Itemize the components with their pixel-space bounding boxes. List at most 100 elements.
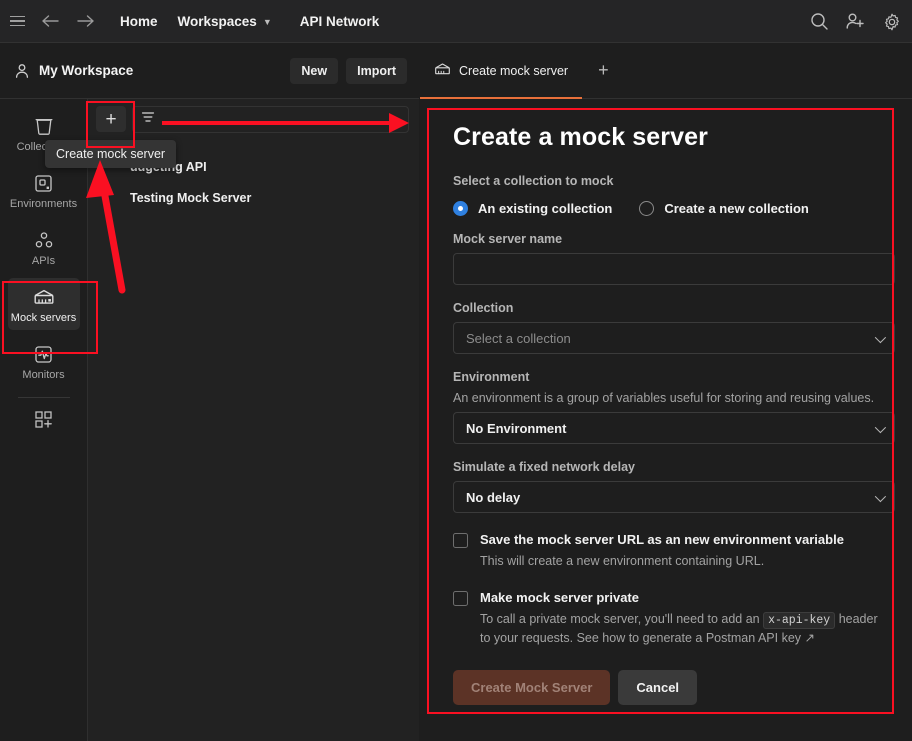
sidebar-label-monitors: Monitors (22, 369, 65, 382)
collection-label: Collection (453, 301, 514, 315)
tab-bar: Create mock server + (420, 43, 912, 99)
apis-icon (10, 229, 78, 251)
create-mock-server-form: Create a mock server Select a collection… (420, 99, 912, 705)
tab-create-mock-server[interactable]: Create mock server (420, 43, 583, 99)
private-desc-part1: To call a private mock server, you'll ne… (480, 611, 764, 626)
chevron-down-icon (874, 490, 887, 503)
mock-servers-list-panel: + udgeting API Testing Mock Server (88, 99, 419, 741)
sidebar-label-apis: APIs (31, 255, 56, 268)
chevron-down-icon (874, 331, 887, 344)
nav-api-network-label: API Network (299, 13, 380, 29)
list-toolbar: + (88, 99, 419, 139)
workspace-actions: New Import (290, 57, 407, 84)
search-button[interactable] (810, 12, 829, 31)
person-icon (14, 63, 30, 79)
network-delay-select[interactable]: No delay (453, 481, 895, 513)
nav-workspaces[interactable]: Workspaces ▼ (168, 0, 282, 43)
mock-server-name-input[interactable] (453, 253, 895, 285)
radio-existing-collection[interactable]: An existing collection (453, 201, 612, 216)
main-content-pane: Create mock server + Create a mock serve… (420, 43, 912, 741)
new-button[interactable]: New (290, 57, 339, 84)
environment-field: Environment An environment is a group of… (453, 370, 895, 444)
environment-select[interactable]: No Environment (453, 412, 895, 444)
environment-help-text: An environment is a group of variables u… (453, 391, 875, 405)
save-url-checkbox-row: Save the mock server URL as an new envir… (453, 531, 880, 571)
nav-workspaces-label: Workspaces (177, 13, 257, 29)
list-search-bar[interactable] (132, 105, 409, 133)
top-bar-actions (810, 0, 902, 43)
workspace-bar: My Workspace New Import (0, 43, 419, 99)
make-private-label: Make mock server private (480, 589, 639, 605)
chevron-down-icon: ▼ (262, 17, 272, 27)
api-key-header-code: x-api-key (763, 611, 836, 629)
network-delay-field: Simulate a fixed network delay No delay (453, 460, 895, 513)
mock-server-icon (10, 286, 78, 308)
top-navigation-bar: Home Workspaces ▼ API Network (0, 0, 912, 43)
cancel-button[interactable]: Cancel (618, 669, 698, 705)
add-panel-icon (34, 411, 52, 429)
invite-button[interactable] (845, 12, 866, 31)
save-url-description: This will create a new environment conta… (480, 554, 765, 568)
radio-new-collection[interactable]: Create a new collection (639, 201, 809, 216)
collection-select-value: Select a collection (466, 330, 571, 346)
nav-home-label: Home (120, 13, 158, 29)
mock-server-icon (434, 62, 451, 79)
arrow-right-icon (77, 15, 94, 27)
sidebar-label-environments: Environments (9, 198, 78, 211)
radio-existing-collection-label: An existing collection (478, 201, 613, 216)
left-sidebar-rail: Collections Environments APIs Mock serve… (0, 99, 88, 741)
sidebar-add-panel-button[interactable] (8, 410, 80, 435)
environment-select-value: No Environment (466, 420, 567, 436)
form-actions: Create Mock Server Cancel (453, 669, 880, 705)
save-url-checkbox[interactable] (453, 533, 468, 548)
back-button[interactable] (34, 0, 68, 43)
tab-label: Create mock server (459, 63, 569, 78)
postman-app-window: Home Workspaces ▼ API Network My Workspa… (0, 0, 912, 741)
radio-dot-selected-icon (453, 201, 468, 216)
make-private-checkbox[interactable] (453, 590, 468, 606)
mock-server-name-field: Mock server name (453, 232, 895, 285)
list-search-input[interactable] (162, 112, 400, 126)
create-mock-server-submit-button[interactable]: Create Mock Server (453, 669, 611, 705)
collection-select[interactable]: Select a collection (453, 322, 895, 354)
import-button[interactable]: Import (346, 57, 407, 84)
search-icon (811, 13, 828, 30)
nav-home[interactable]: Home (110, 0, 168, 43)
create-mock-server-button[interactable]: + (96, 106, 126, 132)
private-checkbox-row: Make mock server private To call a priva… (453, 589, 880, 648)
arrow-left-icon (42, 15, 59, 27)
mock-server-name-label: Mock server name (453, 232, 563, 246)
sidebar-label-mock-servers: Mock servers (10, 312, 77, 325)
sidebar-item-apis[interactable]: APIs (8, 221, 80, 273)
monitor-icon (10, 343, 78, 365)
network-delay-select-value: No delay (466, 489, 521, 505)
radio-dot-icon (639, 201, 655, 216)
collection-source-radio-group: An existing collection Create a new coll… (453, 201, 880, 216)
environments-icon (10, 172, 78, 194)
collection-field: Collection Select a collection (453, 301, 895, 354)
forward-button[interactable] (68, 0, 102, 43)
save-url-label: Save the mock server URL as an new envir… (480, 532, 844, 547)
select-collection-label: Select a collection to mock (453, 174, 614, 188)
plus-icon: + (598, 60, 609, 80)
hamburger-icon (9, 15, 25, 27)
environment-label: Environment (453, 370, 530, 384)
new-tab-button[interactable]: + (582, 43, 625, 98)
filter-icon (141, 110, 155, 129)
collections-icon (10, 115, 78, 137)
nav-api-network[interactable]: API Network (290, 0, 390, 43)
sidebar-item-environments[interactable]: Environments (8, 164, 80, 216)
sidebar-item-mock-servers[interactable]: Mock servers (7, 278, 80, 331)
workspace-name: My Workspace (39, 63, 134, 78)
plus-icon: + (105, 108, 117, 130)
chevron-down-icon (874, 421, 887, 434)
gear-icon (885, 13, 899, 30)
sidebar-item-monitors[interactable]: Monitors (8, 335, 80, 387)
hamburger-menu-button[interactable] (0, 0, 34, 43)
page-title: Create a mock server (453, 123, 708, 151)
sidebar-divider (17, 397, 70, 399)
settings-button[interactable] (882, 12, 902, 32)
radio-new-collection-label: Create a new collection (664, 201, 809, 216)
list-item[interactable]: Testing Mock Server (88, 182, 419, 213)
list-item-label: Testing Mock Server (130, 190, 252, 205)
